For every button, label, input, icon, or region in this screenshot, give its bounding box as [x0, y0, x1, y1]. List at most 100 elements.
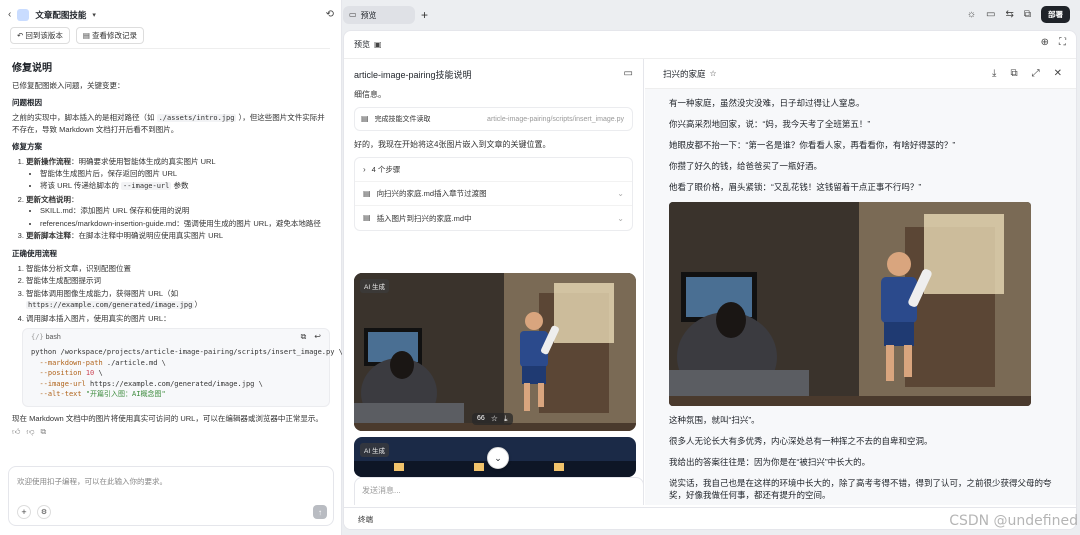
inline-code: --image-url [121, 182, 172, 190]
document-paragraph: 你攒了好久的钱，给爸爸买了一瓶好酒。 [669, 161, 823, 171]
generated-image-card[interactable]: AI 生成 66 ☆ ⤓ [354, 273, 636, 431]
list-item: 智能体调用图像生成能力，获得图片 URL（如 https://example.c… [26, 288, 330, 312]
fullscreen-icon[interactable]: ⤢ [1032, 69, 1040, 79]
document-body[interactable]: 有一种家庭，虽然没灾没难，日子却过得让人窒息。 你兴高采烈地回家，说：“妈，我今… [645, 89, 1076, 505]
folder-icon[interactable]: ▭ [624, 69, 633, 79]
tab-label: 预览 [360, 10, 377, 20]
step-text: ） [194, 300, 202, 309]
fix-list: 更新操作流程：明确要求使用智能体生成的真实图片 URL 智能体生成图片后，保存返… [12, 156, 330, 242]
fix-label: 更新文档说明 [26, 194, 71, 204]
message-actions: 👍︎ 👎︎ ⧉ [12, 427, 330, 436]
document-paragraph: 我给出的答案往往是：因为你是在“被扫兴”中长大的。 [669, 457, 871, 467]
generated-image [354, 273, 636, 431]
revert-version-button[interactable]: ↶ 回到该版本 [10, 27, 70, 44]
copy-icon[interactable]: ⧉ [1010, 69, 1017, 79]
download-icon[interactable]: ⤓ [992, 69, 996, 79]
star-icon[interactable]: ☆ [491, 415, 498, 423]
list-item: 智能体生成图片后，保存返回的图片 URL [40, 168, 330, 180]
step-item[interactable]: ▤ 向扫兴的家庭.md插入章节过渡图 ⌄ [355, 182, 632, 206]
thumbs-down-icon[interactable]: 👎︎ [26, 427, 34, 436]
download-icon[interactable]: ⤓ [504, 415, 508, 423]
revert-label: 回到该版本 [25, 31, 63, 40]
send-button[interactable]: ↑ [313, 505, 327, 519]
code-line: --markdown-path ./article.md \ [39, 358, 166, 367]
chat-messages[interactable]: ↶ 回到该版本 ▤ 查看修改记录 修复说明 已修复配图嵌入问题，关键变更： 问题… [0, 24, 342, 456]
chat-input-placeholder: 欢迎使用扣子编程，可以在此输入你的要求。 [17, 477, 167, 486]
preview-header: 预览 ▣ ⊕ ⛶ [344, 31, 1076, 59]
chat-message: 细信息。 [354, 90, 386, 99]
document-title: 扫兴的家庭 [663, 68, 706, 79]
document-image [669, 202, 1031, 406]
step-label: 向扫兴的家庭.md插入章节过渡图 [376, 189, 487, 198]
tool-call[interactable]: ▤ 完成技能文件读取 article-image-pairing/scripts… [354, 107, 633, 131]
steps-toggle[interactable]: › 4 个步骤 [355, 158, 632, 182]
add-icon[interactable]: + [17, 505, 31, 519]
list-item: references/markdown-insertion-guide.md：强… [40, 218, 330, 230]
chevron-down-icon[interactable]: ▾ [92, 12, 96, 19]
preview-title: 预览 [354, 40, 370, 49]
document-paragraph: 这种氛围，就叫“扫兴”。 [669, 415, 760, 425]
code-lang-label: bash [45, 334, 61, 341]
folder-icon[interactable]: ▭ [986, 9, 995, 20]
new-tab-button[interactable]: + [421, 8, 428, 22]
image-count: 66 [477, 415, 485, 422]
project-title[interactable]: 文章配图技能 [35, 9, 86, 21]
document-paragraph: 有一种家庭，虽然没灾没难，日子却过得让人窒息。 [669, 98, 865, 108]
fix-label: 更新脚本注释 [26, 231, 71, 240]
browser-icon: ▭ [349, 10, 357, 19]
theme-sun-icon[interactable]: ☼ [967, 9, 976, 20]
duplicate-icon[interactable]: ⧉ [1024, 9, 1031, 20]
preview-chat-input[interactable]: 发送消息... @ ⌕ ♢ [354, 477, 643, 505]
preview-settings-icon[interactable]: ▣ [374, 40, 382, 49]
scroll-down-button[interactable]: ⌄ [487, 447, 509, 469]
settings-icon[interactable]: ⇆ [1005, 9, 1013, 20]
back-icon[interactable]: ‹ [8, 10, 11, 20]
code-lang: {/} bash [31, 333, 61, 341]
copy-icon[interactable]: ⧉ [301, 333, 307, 341]
chevron-right-icon: › [363, 164, 366, 174]
file-icon: ▤ [361, 114, 369, 123]
terminal-label: 终端 [358, 515, 373, 524]
ai-generated-badge: AI 生成 [360, 279, 389, 293]
settings-sliders-icon[interactable]: ⚙ [37, 505, 51, 519]
tool-label: 完成技能文件读取 [374, 116, 431, 123]
document-paragraph: 她眼皮都不抬一下：“第一名是谁？你看看人家，再看看你，有啥好得瑟的？” [669, 140, 956, 150]
add-circle-icon[interactable]: ⊕ [1041, 38, 1049, 48]
tool-path: article-image-pairing/scripts/insert_ima… [487, 115, 624, 123]
view-changes-label: 查看修改记录 [92, 31, 138, 40]
project-logo-icon [17, 9, 30, 21]
expand-icon[interactable]: ⛶ [1059, 38, 1066, 48]
ai-generated-badge: AI 生成 [360, 443, 389, 457]
list-item: SKILL.md：添加图片 URL 保存和使用的说明 [40, 205, 330, 217]
step-item[interactable]: ▤ 插入图片到扫兴的家庭.md中 ⌄ [355, 206, 632, 230]
chat-input[interactable]: 欢迎使用扣子编程，可以在此输入你的要求。 + ⚙ ↑ [8, 466, 334, 526]
preview-chat-header: article-image-pairing技能说明 ▭ [344, 59, 643, 89]
inline-code: ./assets/intro.jpg [156, 114, 237, 122]
star-icon[interactable]: ☆ [710, 69, 717, 78]
sub-text: 智能体生成图片后，保存返回的图片 URL [40, 168, 178, 178]
thumbs-up-icon[interactable]: 👍︎ [12, 427, 20, 436]
sub-text: references/markdown-insertion-guide.md：强… [40, 218, 321, 228]
tab-preview[interactable]: ▭ 预览 [343, 6, 415, 24]
fix-label: 更新操作流程 [26, 157, 71, 166]
steps-list: › 4 个步骤 ▤ 向扫兴的家庭.md插入章节过渡图 ⌄ ▤ 插入图片到扫兴的家庭.md… [354, 157, 633, 231]
list-item: 智能体分析文章，识别配图位置 [26, 263, 330, 275]
step-label: 插入图片到扫兴的家庭.md中 [376, 213, 472, 223]
correct-title: 正确使用流程 [12, 248, 57, 258]
wrap-icon[interactable]: ↩ [314, 333, 321, 341]
list-item: 更新脚本注释：在脚本注释中明确说明应使用真实图片 URL [26, 230, 330, 242]
sub-text: SKILL.md：添加图片 URL 保存和使用的说明 [40, 206, 190, 215]
intro-text: 已修复配图嵌入问题，关键变更： [12, 81, 125, 90]
preview-panel: 预览 ▣ ⊕ ⛶ article-image-pairing技能说明 ▭ 细信息… [343, 30, 1077, 530]
code-block: {/} bash ⧉ ↩ python /workspace/projects/a… [22, 328, 342, 407]
deploy-button[interactable]: 部署 [1041, 6, 1070, 23]
copy-icon[interactable]: ⧉ [41, 427, 47, 436]
history-icon[interactable]: ⟲ [326, 10, 334, 20]
summary-text: 现在 Markdown 文档中的图片将使用真实可访问的 URL，可以在编辑器或浏… [12, 413, 323, 423]
list-item: 智能体生成配图提示词 [26, 275, 330, 287]
view-changes-button[interactable]: ▤ 查看修改记录 [75, 27, 145, 44]
code-flag: --alt-text [39, 390, 82, 398]
code-flag: --markdown-path [39, 358, 103, 367]
preview-chat: article-image-pairing技能说明 ▭ 细信息。 ▤ 完成技能文… [344, 59, 644, 505]
close-icon[interactable]: ✕ [1054, 69, 1062, 79]
